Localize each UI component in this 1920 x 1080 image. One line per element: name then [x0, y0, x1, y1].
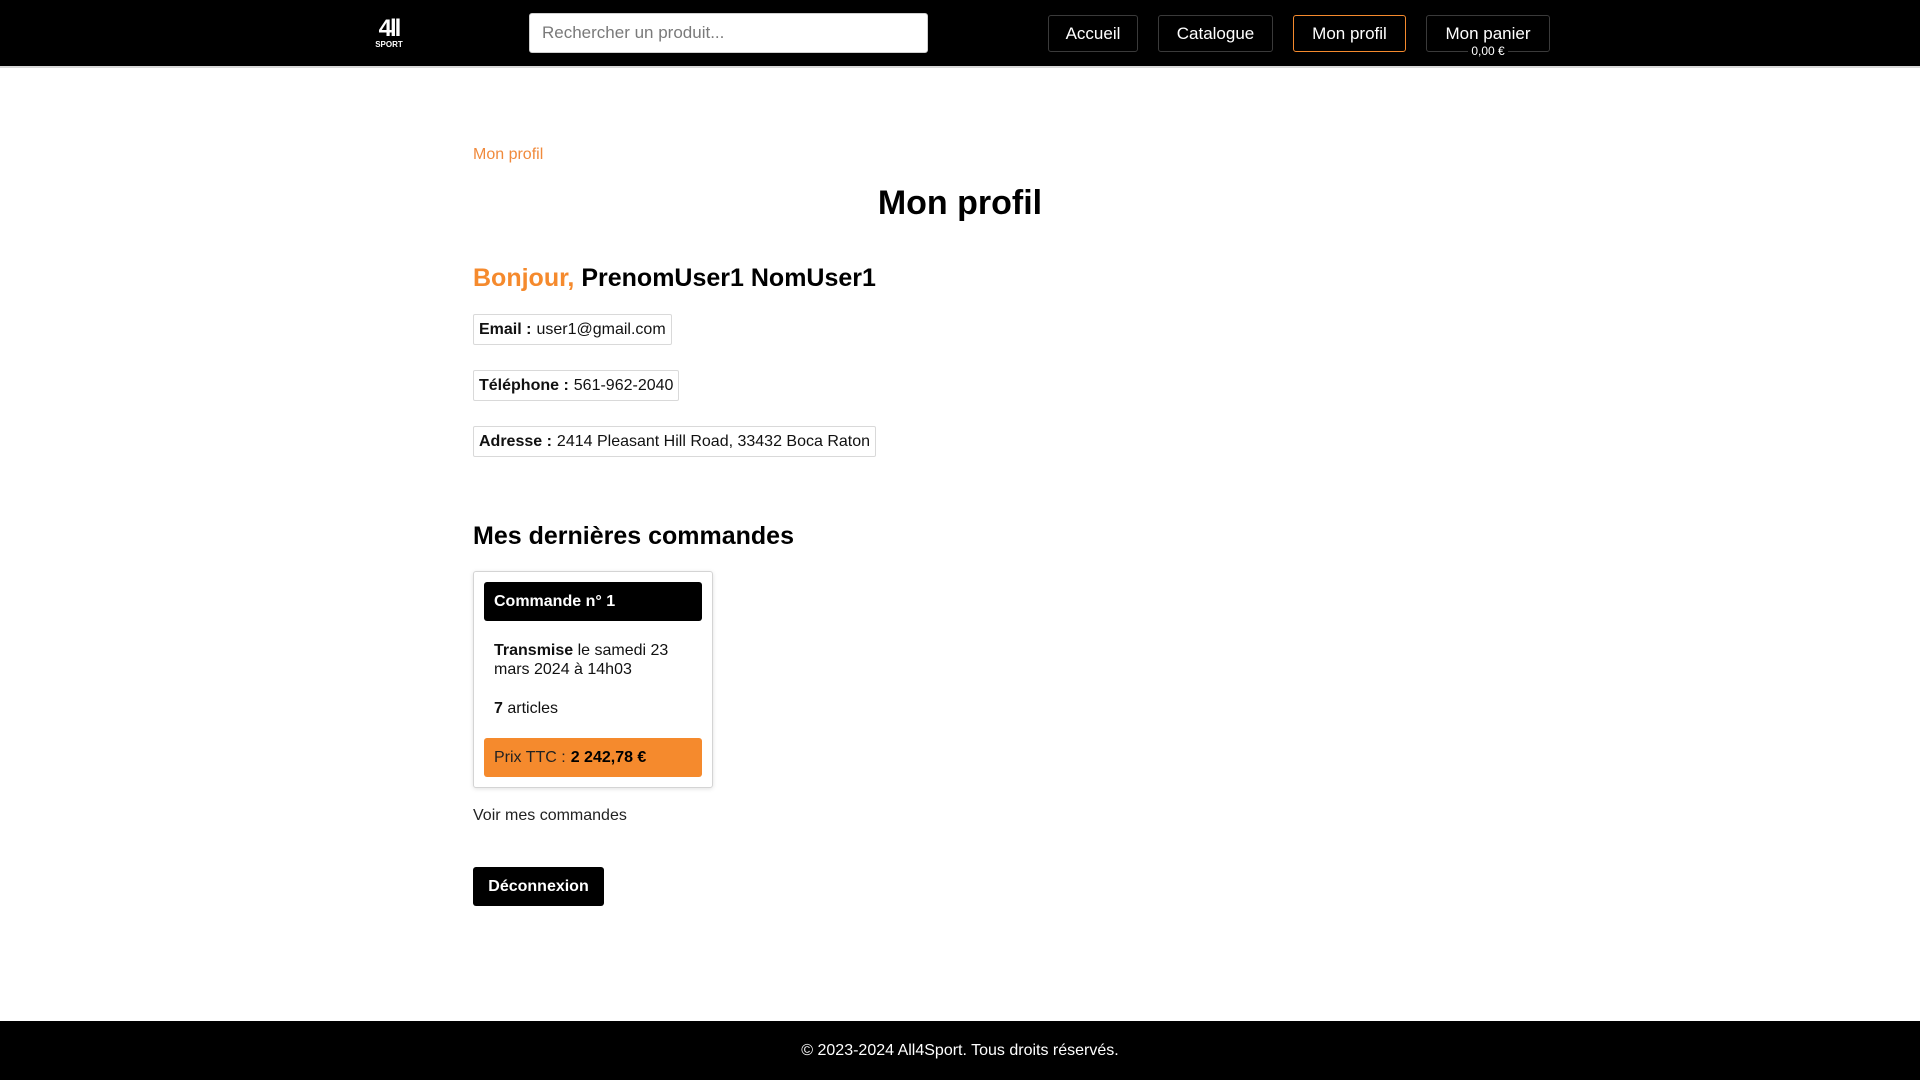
recent-orders-title: Mes dernières commandes — [473, 522, 794, 550]
logout-button[interactable]: Déconnexion — [473, 867, 604, 906]
email-label: Email : — [479, 320, 532, 338]
order-price: Prix TTC : 2 242,78 € — [484, 738, 702, 777]
nav-catalog-button[interactable]: Catalogue — [1158, 15, 1273, 52]
address-info: Adresse : 2414 Pleasant Hill Road, 33432… — [473, 426, 877, 457]
order-price-label: Prix TTC : — [494, 748, 566, 766]
breadcrumb[interactable]: Mon profil — [473, 146, 543, 164]
nav-profile-button[interactable]: Mon profil — [1293, 15, 1406, 52]
cart-total-badge: 0,00 € — [1468, 44, 1508, 58]
all4sport-logo[interactable]: 4ll SPORT — [372, 15, 406, 52]
order-count-label: articles — [507, 700, 559, 717]
address-value: 2414 Pleasant Hill Road, 33432 Boca Rato… — [556, 432, 871, 450]
view-orders-link[interactable]: Voir mes commandes — [473, 807, 627, 825]
order-item-count: 7 articles — [494, 700, 558, 718]
address-label: Adresse : — [479, 432, 552, 450]
email-info: Email : user1@gmail.com — [473, 314, 672, 345]
footer: © 2023-2024 All4Sport. Tous droits réser… — [0, 1021, 1920, 1080]
logo-subtitle: SPORT — [375, 40, 403, 49]
footer-copyright: © 2023-2024 All4Sport. Tous droits réser… — [801, 1041, 1119, 1059]
nav-home-button[interactable]: Accueil — [1048, 15, 1138, 52]
user-full-name: PrenomUser1 NomUser1 — [581, 264, 876, 292]
order-status: Transmise le samedi 23 mars 2024 à 14h03 — [494, 641, 694, 679]
phone-value: 561-962-2040 — [573, 376, 674, 394]
order-card-header: Commande n° 1 — [484, 582, 702, 621]
phone-info: Téléphone : 561-962-2040 — [473, 370, 680, 401]
greeting-hello: Bonjour, — [473, 264, 575, 292]
search-input[interactable] — [529, 13, 928, 53]
order-price-value: 2 242,78 € — [570, 748, 647, 766]
order-status-label: Transmise — [494, 642, 574, 659]
logo-mark: 4ll — [378, 15, 402, 42]
email-value: user1@gmail.com — [536, 320, 666, 338]
order-card[interactable]: Commande n° 1 Transmise le samedi 23 mar… — [473, 571, 713, 788]
greeting: Bonjour, PrenomUser1 NomUser1 — [473, 264, 876, 293]
order-count-value: 7 — [494, 700, 503, 717]
top-navbar: 4ll SPORT Accueil Catalogue Mon profil M… — [0, 0, 1920, 68]
phone-label: Téléphone : — [479, 376, 569, 394]
page-title: Mon profil — [877, 184, 1043, 222]
